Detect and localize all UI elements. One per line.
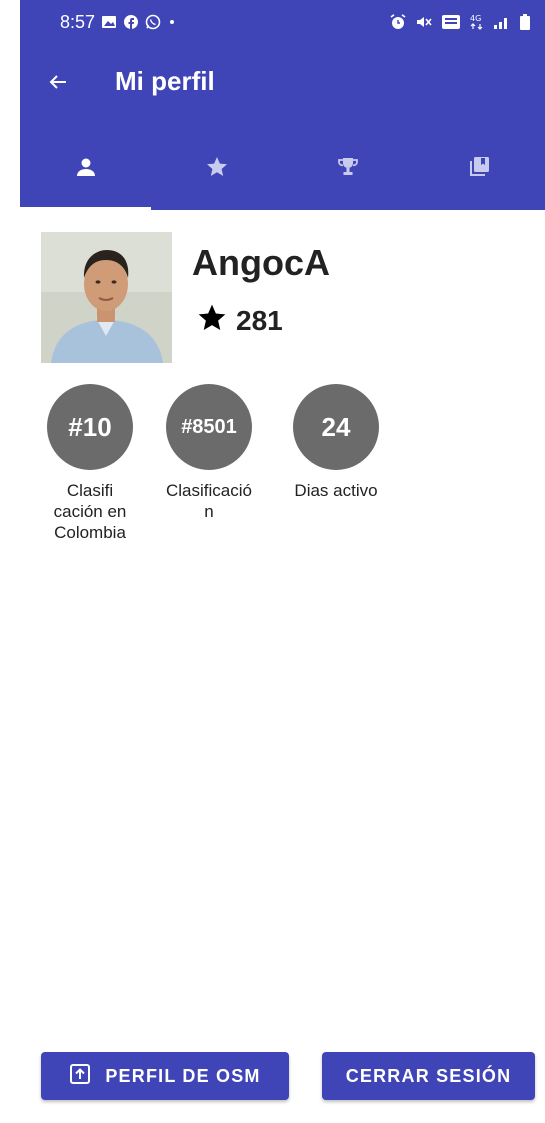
tab-collections[interactable]: [414, 128, 545, 210]
points-row: 281: [196, 302, 283, 339]
osm-profile-label: PERFIL DE OSM: [105, 1065, 261, 1086]
gallery-icon: [101, 14, 117, 30]
stat-circle: #8501: [166, 384, 252, 470]
stat-label: Dias activo: [294, 481, 378, 500]
avatar-photo: [41, 232, 172, 363]
stat-circle: #10: [47, 384, 133, 470]
phone-screen: 8:57 4G Mi perfil AngocA 281 #10 Clasifi…: [20, 0, 545, 1123]
person-icon: [75, 156, 97, 183]
signal-icon: [493, 14, 511, 30]
volte-icon: [441, 13, 461, 31]
facebook-icon: [123, 14, 139, 30]
svg-text:4G: 4G: [470, 14, 481, 23]
points-value: 281: [236, 304, 283, 336]
stat-circle: 24: [293, 384, 379, 470]
logout-label: CERRAR SESIÓN: [345, 1065, 512, 1086]
tab-achievements[interactable]: [283, 128, 414, 210]
status-bar: 8:57 4G: [20, 0, 545, 44]
battery-icon: [519, 13, 531, 31]
arrow-left-icon: [46, 70, 70, 99]
page-title: Mi perfil: [115, 66, 215, 96]
back-button[interactable]: [38, 64, 78, 104]
stat-label: Clasifi cación en Colombia: [53, 481, 127, 542]
tab-bar: [20, 128, 545, 210]
username: AngocA: [192, 242, 330, 283]
tab-profile[interactable]: [20, 128, 152, 210]
status-time: 8:57: [60, 11, 96, 32]
open-external-icon: [69, 1063, 91, 1090]
star-icon: [196, 302, 228, 339]
tab-favorites[interactable]: [151, 128, 282, 210]
mute-icon: [415, 13, 433, 31]
logout-button[interactable]: CERRAR SESIÓN: [322, 1052, 535, 1100]
whatsapp-icon: [145, 14, 161, 30]
avatar: [41, 232, 172, 363]
dot-icon: [167, 17, 177, 27]
app-bar: Mi perfil: [20, 44, 545, 128]
stat-global-rank: #8501 Clasificació n: [154, 384, 264, 522]
stat-active-days: 24 Dias activo: [281, 384, 391, 501]
collections-icon: [467, 155, 491, 184]
4g-icon: 4G: [469, 13, 485, 31]
alarm-icon: [389, 13, 407, 31]
stat-country-rank: #10 Clasifi cación en Colombia: [35, 384, 145, 543]
trophy-icon: [336, 155, 360, 184]
star-icon: [205, 155, 229, 184]
osm-profile-button[interactable]: PERFIL DE OSM: [41, 1052, 289, 1100]
stat-label: Clasificació n: [166, 481, 252, 521]
